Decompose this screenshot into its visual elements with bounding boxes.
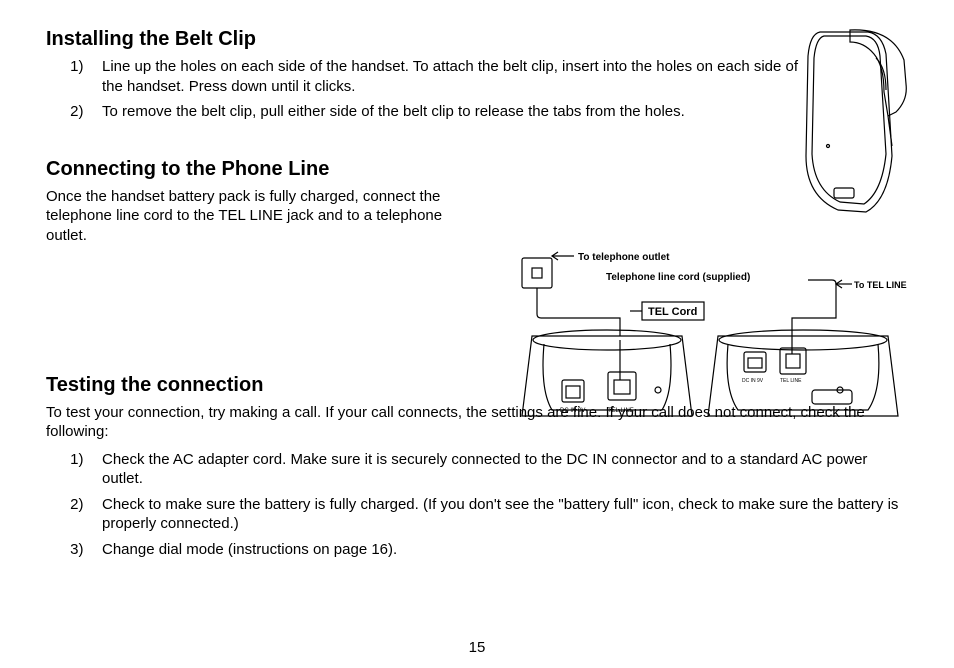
belt-clip-steps: Line up the holes on each side of the ha… — [66, 57, 806, 122]
label-to-outlet: To telephone outlet — [578, 252, 670, 263]
testing-steps: Check the AC adapter cord. Make sure it … — [66, 450, 908, 560]
label-tel-cord: TEL Cord — [648, 306, 697, 318]
belt-clip-step-1: Line up the holes on each side of the ha… — [96, 57, 806, 96]
phone-line-figure: To telephone outlet Telephone line cord … — [492, 240, 912, 420]
label-tel-line-left: TEL LINE — [608, 408, 634, 414]
belt-clip-step-2: To remove the belt clip, pull either sid… — [96, 102, 806, 122]
document-page: Installing the Belt Clip Line up the hol… — [0, 0, 954, 668]
testing-step-3: Change dial mode (instructions on page 1… — [96, 540, 908, 560]
testing-step-1: Check the AC adapter cord. Make sure it … — [96, 450, 908, 489]
label-tel-line-right: TEL LINE — [780, 378, 802, 384]
page-number: 15 — [0, 639, 954, 656]
section1-body: Line up the holes on each side of the ha… — [46, 57, 806, 122]
section-belt-clip: Installing the Belt Clip Line up the hol… — [46, 28, 908, 122]
testing-step-2: Check to make sure the battery is fully … — [96, 495, 908, 534]
section2-body: Once the handset battery pack is fully c… — [46, 187, 486, 246]
label-cord-supplied: Telephone line cord (supplied) — [606, 272, 750, 283]
label-to-tel-line: To TEL LINE — [854, 280, 907, 290]
label-dc-in-left: DC IN 9V — [560, 408, 585, 414]
phone-line-paragraph: Once the handset battery pack is fully c… — [46, 187, 486, 246]
label-dc-in-right: DC IN 9V — [742, 378, 764, 384]
heading-belt-clip: Installing the Belt Clip — [46, 28, 908, 51]
heading-phone-line: Connecting to the Phone Line — [46, 158, 908, 181]
